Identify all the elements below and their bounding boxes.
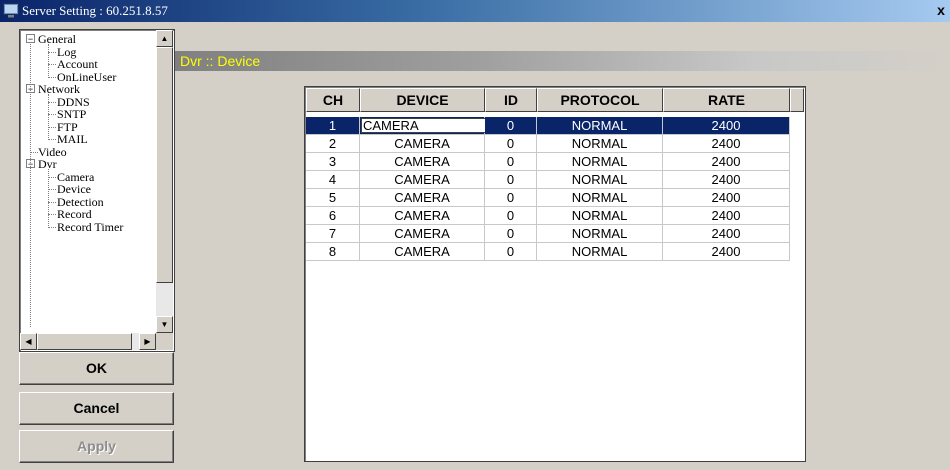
column-header-rate[interactable]: RATE	[663, 88, 790, 112]
vertical-scroll-thumb[interactable]	[156, 47, 173, 283]
tree-connector	[48, 189, 56, 190]
cell-protocol: NORMAL	[537, 153, 663, 171]
cell-device[interactable]: CAMERA▼	[360, 117, 505, 135]
ok-button[interactable]: OK	[19, 352, 174, 385]
tree-connector	[48, 64, 56, 65]
column-header-filler	[790, 88, 804, 112]
scrollbar-corner	[156, 333, 173, 350]
cell-ch: 4	[306, 171, 360, 189]
close-button[interactable]: x	[934, 1, 948, 19]
cell-device: CAMERA	[360, 171, 485, 189]
tree-vertical-scrollbar[interactable]: ▲ ▼	[156, 30, 173, 333]
column-header-id[interactable]: ID	[485, 88, 537, 112]
tree-connector	[48, 214, 56, 215]
arrow-left-icon[interactable]: ◀	[20, 333, 37, 350]
tree-connector	[48, 169, 49, 228]
tree-connector	[48, 44, 49, 78]
settings-tree[interactable]: − General Log Account OnLineUser − Network DDNS…	[19, 29, 175, 352]
tree-connector	[48, 114, 56, 115]
cell-id: 0	[485, 189, 537, 207]
cell-id: 0	[485, 171, 537, 189]
apply-button[interactable]: Apply	[19, 430, 174, 463]
cell-id: 0	[485, 135, 537, 153]
cell-ch: 3	[306, 153, 360, 171]
cell-rate: 2400	[663, 135, 790, 153]
cell-device: CAMERA	[360, 189, 485, 207]
tree-connector	[30, 151, 38, 153]
tree-connector	[48, 94, 49, 140]
cell-id: 0	[485, 153, 537, 171]
device-dropdown[interactable]: CAMERA▼	[361, 118, 505, 133]
cell-protocol: NORMAL	[537, 243, 663, 261]
tree-rows: − General Log Account OnLineUser − Network DDNS…	[20, 30, 156, 333]
tree-connector	[48, 101, 56, 103]
tree-connector	[48, 226, 56, 228]
device-dropdown-value: CAMERA	[363, 118, 419, 133]
cancel-button[interactable]: Cancel	[19, 392, 174, 425]
cell-ch: 1	[306, 117, 360, 135]
cell-rate: 2400	[663, 225, 790, 243]
arrow-right-icon[interactable]: ▶	[139, 333, 156, 350]
cell-rate: 2400	[663, 153, 790, 171]
tree-connector	[48, 201, 56, 203]
tree-item-record-timer[interactable]: Record Timer	[57, 220, 123, 234]
window-title-bar[interactable]: Server Setting : 60.251.8.57 x	[0, 0, 950, 22]
cell-ch: 5	[306, 189, 360, 207]
column-header-device[interactable]: DEVICE	[360, 88, 485, 112]
cell-ch: 7	[306, 225, 360, 243]
cell-device: CAMERA	[360, 207, 485, 225]
cell-rate: 2400	[663, 171, 790, 189]
column-header-ch[interactable]: CH	[306, 88, 360, 112]
cell-rate: 2400	[663, 189, 790, 207]
tree-horizontal-scrollbar[interactable]: ◀ ▶	[20, 333, 156, 350]
cell-id: 0	[485, 225, 537, 243]
cell-protocol: NORMAL	[537, 225, 663, 243]
arrow-down-icon[interactable]: ▼	[156, 316, 173, 333]
horizontal-scroll-thumb[interactable]	[37, 333, 132, 350]
tree-connector	[48, 139, 56, 140]
cell-protocol: NORMAL	[537, 117, 663, 135]
arrow-up-icon[interactable]: ▲	[156, 30, 173, 47]
tree-connector	[30, 42, 31, 327]
cell-device: CAMERA	[360, 225, 485, 243]
cell-protocol: NORMAL	[537, 207, 663, 225]
cell-device: CAMERA	[360, 135, 485, 153]
tree-connector	[48, 76, 56, 78]
cell-rate: 2400	[663, 243, 790, 261]
column-header-protocol[interactable]: PROTOCOL	[537, 88, 663, 112]
cell-device: CAMERA	[360, 153, 485, 171]
cell-protocol: NORMAL	[537, 171, 663, 189]
tree-connector	[48, 51, 56, 53]
cell-rate: 2400	[663, 117, 790, 135]
cell-protocol: NORMAL	[537, 189, 663, 207]
cell-device: CAMERA	[360, 243, 485, 261]
device-table[interactable]: CHDEVICEIDPROTOCOLRATE 1CAMERA▼0NORMAL24…	[304, 86, 806, 462]
cell-rate: 2400	[663, 207, 790, 225]
cell-id: 0	[485, 243, 537, 261]
cell-ch: 8	[306, 243, 360, 261]
tree-connector	[48, 176, 56, 178]
cell-ch: 2	[306, 135, 360, 153]
cell-ch: 6	[306, 207, 360, 225]
cell-protocol: NORMAL	[537, 135, 663, 153]
section-title: Dvr :: Device	[180, 53, 261, 69]
cell-id: 0	[485, 117, 537, 135]
cell-id: 0	[485, 207, 537, 225]
monitor-icon	[3, 3, 19, 18]
section-header: Dvr :: Device	[175, 51, 950, 71]
tree-connector	[48, 126, 56, 128]
window-title: Server Setting : 60.251.8.57	[22, 3, 168, 18]
